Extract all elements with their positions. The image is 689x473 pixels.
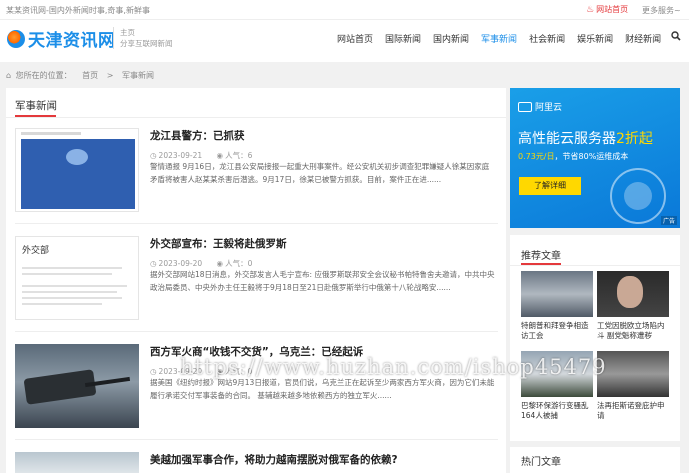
clock-icon: ◷: [150, 259, 157, 268]
breadcrumb-home[interactable]: 首页: [82, 71, 98, 80]
recommended-item[interactable]: 法再拒斯诺登庇护申请: [597, 351, 669, 421]
recommended-caption: 法再拒斯诺登庇护申请: [597, 401, 665, 420]
logo-text: 天津资讯网: [28, 31, 116, 51]
article-excerpt: 据外交部网站18日消息，外交部发言人毛宁宣布: 应俄罗斯联邦安全会议秘书帕特鲁舍…: [150, 270, 495, 292]
article-divider: [15, 439, 498, 440]
site-header: 天津资讯网 主页 分享互联网新闻 网站首页 国际新闻 国内新闻 军事新闻 社会新…: [0, 20, 689, 62]
article-divider: [15, 223, 498, 224]
article-title[interactable]: 美越加强军事合作，将助力越南摆脱对俄军备的依赖?: [150, 452, 398, 467]
recommended-item[interactable]: 巴黎环保游行变骚乱 164人被捕: [521, 351, 593, 421]
logo-subtitle: 主页 分享互联网新闻: [113, 27, 173, 49]
article-title[interactable]: 外交部宣布：王毅将赴俄罗斯: [150, 236, 287, 251]
panel-title: 推荐文章: [521, 251, 561, 262]
nav-item-domestic[interactable]: 国内新闻: [433, 32, 469, 45]
article-thumbnail[interactable]: [15, 344, 139, 428]
clock-icon: ◷: [150, 151, 157, 160]
site-logo[interactable]: 天津资讯网: [7, 26, 116, 51]
article-thumbnail[interactable]: 外交部: [15, 236, 139, 320]
recommended-image: [597, 351, 669, 397]
article-meta: ◷ 2023-09-20 ◉ 人气：0: [150, 366, 264, 377]
breadcrumb-current[interactable]: 军事新闻: [122, 71, 154, 80]
article-date: 2023-09-21: [158, 151, 203, 160]
flame-icon: ♨: [586, 5, 595, 15]
article-views: 人气：0: [225, 259, 253, 268]
search-icon[interactable]: [671, 31, 681, 44]
recommended-item[interactable]: 特朗普和拜登争相造访工会: [521, 271, 593, 341]
recommended-caption: 巴黎环保游行变骚乱 164人被捕: [521, 401, 589, 420]
article-title[interactable]: 西方军火商“收钱不交货”，乌克兰：已经起诉: [150, 344, 363, 359]
ad-tag: 广告: [660, 216, 677, 225]
section-divider: [6, 117, 506, 118]
article-date: 2023-09-20: [158, 367, 203, 376]
hot-panel: 热门文章: [510, 447, 680, 473]
article-item: 西方军火商“收钱不交货”，乌克兰：已经起诉 ◷ 2023-09-20 ◉ 人气：0 …: [15, 344, 498, 440]
recommended-image: [521, 351, 593, 397]
article-excerpt: 警情通报 9月16日，龙江县公安局接报一起重大刑事案件。经公安机关初步调查犯罪嫌…: [150, 162, 490, 184]
top-bar: 某某资讯网-国内外新闻时事,奇事,新鲜事 ♨ 网站首页 更多服务~: [0, 0, 689, 20]
official-site-link[interactable]: ♨ 网站首页: [586, 4, 628, 15]
nav-item-entertainment[interactable]: 娱乐新闻: [577, 32, 613, 45]
article-thumbnail[interactable]: [15, 128, 139, 212]
article-title[interactable]: 龙江县警方：已抓获: [150, 128, 245, 143]
ad-headline: 高性能云服务器2折起: [518, 131, 653, 147]
nav-item-finance[interactable]: 财经新闻: [625, 32, 661, 45]
breadcrumb-separator: >: [106, 71, 114, 80]
eye-icon: ◉: [216, 259, 224, 268]
aliyun-ad-banner[interactable]: 阿里云 高性能云服务器2折起 0.73元/日，节省80%运维成本 了解详细 广告: [510, 88, 680, 228]
recommended-caption: 特朗普和拜登争相造访工会: [521, 321, 589, 340]
article-item: 美越加强军事合作，将助力越南摆脱对俄军备的依赖?: [15, 452, 498, 473]
ad-subline: 0.73元/日，节省80%运维成本: [518, 152, 629, 161]
ad-brand: 阿里云: [518, 100, 562, 113]
section-title: 军事新闻: [15, 100, 57, 112]
recommended-panel: 推荐文章 特朗普和拜登争相造访工会 工党因脱欧立场陷内斗 副党魁称遭秽 巴黎环保…: [510, 235, 680, 441]
home-icon: ⌂: [6, 71, 12, 80]
article-views: 人气：0: [225, 367, 253, 376]
article-meta: ◷ 2023-09-20 ◉ 人气：0: [150, 258, 264, 269]
article-excerpt: 据美国《纽约时报》网站9月13日报道，官员们说，乌克兰正在起诉至少两家西方军火商…: [150, 378, 495, 400]
aliyun-logo-icon: [518, 101, 532, 112]
breadcrumb: ⌂ 您所在的位置： 首页 > 军事新闻: [6, 70, 154, 81]
site-tagline: 某某资讯网-国内外新闻时事,奇事,新鲜事: [6, 6, 150, 15]
article-meta: ◷ 2023-09-21 ◉ 人气：6: [150, 150, 264, 161]
more-services-link[interactable]: 更多服务~: [642, 5, 681, 16]
clock-icon: ◷: [150, 367, 157, 376]
article-views: 人气：6: [225, 151, 253, 160]
ad-cta-button[interactable]: 了解详细: [519, 177, 581, 195]
main-nav: 网站首页 国际新闻 国内新闻 军事新闻 社会新闻 娱乐新闻 财经新闻: [337, 31, 681, 45]
article-list-panel: 军事新闻 龙江县警方：已抓获 ◷ 2023-09-21 ◉ 人气：6 警情通报 9月…: [6, 88, 506, 473]
nav-item-military[interactable]: 军事新闻: [481, 32, 517, 45]
recommended-image: [597, 271, 669, 317]
eye-icon: ◉: [216, 367, 224, 376]
recommended-caption: 工党因脱欧立场陷内斗 副党魁称遭秽: [597, 321, 665, 340]
nav-item-society[interactable]: 社会新闻: [529, 32, 565, 45]
recommended-item[interactable]: 工党因脱欧立场陷内斗 副党魁称遭秽: [597, 271, 669, 341]
breadcrumb-prefix: 您所在的位置：: [15, 71, 72, 80]
article-item: 龙江县警方：已抓获 ◷ 2023-09-21 ◉ 人气：6 警情通报 9月16日，龙…: [15, 128, 498, 224]
article-divider: [15, 331, 498, 332]
article-item: 外交部 外交部宣布：王毅将赴俄罗斯 ◷ 2023-09-20 ◉ 人气：0 据外交部…: [15, 236, 498, 332]
nav-item-international[interactable]: 国际新闻: [385, 32, 421, 45]
logo-mark-icon: [7, 29, 25, 48]
panel-divider: [510, 265, 680, 266]
article-date: 2023-09-20: [158, 259, 203, 268]
server-graphic: [610, 168, 666, 224]
recommended-image: [521, 271, 593, 317]
article-thumbnail[interactable]: [15, 452, 139, 473]
eye-icon: ◉: [216, 151, 224, 160]
nav-item-home[interactable]: 网站首页: [337, 32, 373, 45]
panel-title: 热门文章: [521, 457, 561, 468]
